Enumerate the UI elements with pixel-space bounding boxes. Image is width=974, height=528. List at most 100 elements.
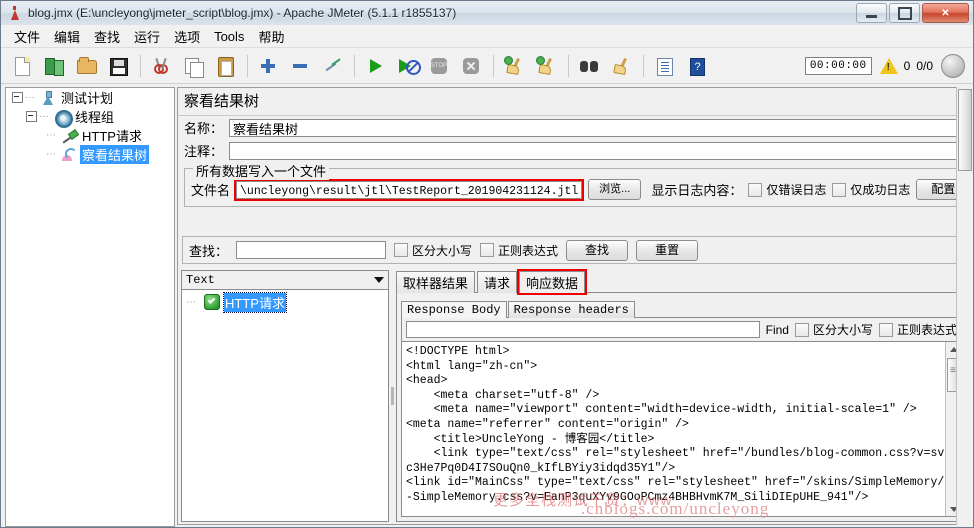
response-regex-checkbox[interactable]: 正则表达式 <box>878 321 957 338</box>
menu-bar: 文件 编辑 查找 运行 选项 Tools 帮助 <box>1 25 973 48</box>
comment-label: 注释： <box>184 144 224 159</box>
plus-icon <box>257 55 279 77</box>
tab-response-data[interactable]: 响应数据 <box>517 269 588 295</box>
tree-label-thread-group: 线程组 <box>75 110 115 125</box>
tree-node-http-request[interactable]: ⋯ HTTP请求 <box>6 126 174 145</box>
search-regex-checkbox[interactable]: 正则表达式 <box>480 242 558 259</box>
response-subtabs: Response Body Response headers <box>401 297 962 318</box>
menu-edit[interactable]: 编辑 <box>47 25 87 48</box>
filename-input[interactable]: \uncleyong\result\jtl\TestReport_2019042… <box>234 178 585 201</box>
menu-run[interactable]: 运行 <box>127 25 167 48</box>
clear-all-button[interactable] <box>531 51 561 81</box>
search-input[interactable] <box>236 241 387 259</box>
close-button[interactable]: ✕ <box>922 3 969 23</box>
paste-button[interactable] <box>210 51 240 81</box>
menu-file[interactable]: 文件 <box>7 25 47 48</box>
stop-button[interactable]: STOP <box>424 51 454 81</box>
help-button[interactable]: ? <box>681 51 711 81</box>
maximize-button[interactable] <box>889 3 920 23</box>
copy-button[interactable] <box>178 51 208 81</box>
shutdown-button[interactable] <box>456 51 486 81</box>
collapse-all-button[interactable] <box>285 51 315 81</box>
save-button[interactable] <box>103 51 133 81</box>
clear-button[interactable] <box>499 51 529 81</box>
binoculars-icon <box>578 55 600 77</box>
open-folder-icon <box>75 55 97 77</box>
sampler-result-list[interactable]: ⋯ HTTP请求 <box>181 290 389 522</box>
warning-count: 0 <box>903 58 911 73</box>
menu-search[interactable]: 查找 <box>87 25 127 48</box>
response-case-sensitive-label: 区分大小写 <box>812 323 873 337</box>
menu-tools[interactable]: Tools <box>207 27 251 46</box>
cut-button[interactable] <box>146 51 176 81</box>
detail-pane: 取样器结果 请求 响应数据 Response Body Response hea… <box>396 269 967 522</box>
tab-request[interactable]: 请求 <box>477 271 518 293</box>
checkbox-icon <box>878 322 893 337</box>
search-label: 查找： <box>189 243 229 259</box>
start-button[interactable] <box>360 51 390 81</box>
tree-dots: ··· <box>25 92 35 103</box>
tree-node-view-results-tree[interactable]: ⋯ 察看结果树 <box>6 145 174 164</box>
open-button[interactable] <box>71 51 101 81</box>
success-only-checkbox[interactable]: 仅成功日志 <box>832 181 910 198</box>
subtab-response-headers[interactable]: Response headers <box>507 301 635 318</box>
warning-status[interactable]: 0 0/0 <box>879 57 933 74</box>
tree-node-test-plan[interactable]: ··· 测试计划 <box>6 88 174 107</box>
thread-group-icon <box>53 109 73 128</box>
scrollbar-thumb[interactable] <box>958 89 972 171</box>
search-reset-button[interactable]: 重置 <box>636 239 699 261</box>
search-case-sensitive-checkbox[interactable]: 区分大小写 <box>394 242 472 259</box>
subtab-response-body[interactable]: Response Body <box>401 301 507 318</box>
collapse-toggle-icon[interactable] <box>12 92 23 103</box>
start-no-pauses-button[interactable] <box>392 51 422 81</box>
menu-help[interactable]: 帮助 <box>251 25 291 48</box>
function-helper-button[interactable] <box>649 51 679 81</box>
sampler-label: HTTP请求 <box>223 291 287 313</box>
comment-input[interactable] <box>229 141 966 160</box>
response-find-label: Find <box>765 322 789 337</box>
new-test-plan-button[interactable] <box>7 51 37 81</box>
clipboard-paste-icon <box>214 55 236 77</box>
help-book-icon: ? <box>685 55 707 77</box>
toolbar: STOP ? 00:00:00 0 0/0 <box>1 48 973 84</box>
checkbox-icon <box>794 322 809 337</box>
toggle-button[interactable] <box>317 51 347 81</box>
browse-button[interactable]: 浏览... <box>588 179 642 200</box>
response-regex-label: 正则表达式 <box>896 323 957 337</box>
response-body-area[interactable]: <!DOCTYPE html> <html lang="zh-cn"> <hea… <box>401 342 962 517</box>
thread-status-icon <box>941 53 965 78</box>
minimize-button[interactable] <box>856 3 887 23</box>
expand-all-button[interactable] <box>253 51 283 81</box>
elapsed-timer: 00:00:00 <box>804 56 872 75</box>
render-format-combo[interactable]: Text <box>181 270 389 290</box>
templates-button[interactable] <box>39 51 69 81</box>
tree-dots: ⋯ <box>46 149 56 160</box>
render-format-value: Text <box>186 273 215 287</box>
panel-scrollbar[interactable] <box>956 87 972 525</box>
scissors-icon <box>150 55 172 77</box>
search-find-button[interactable]: 查找 <box>566 239 629 261</box>
play-icon <box>364 55 386 77</box>
test-plan-tree[interactable]: ··· 测试计划 ··· 线程组 ⋯ HTTP请求 ⋯ 察看结果树 <box>5 87 175 527</box>
errors-only-checkbox[interactable]: 仅错误日志 <box>748 181 826 198</box>
tree-node-thread-group[interactable]: ··· 线程组 <box>6 107 174 128</box>
name-label: 名称： <box>184 121 224 136</box>
list-item[interactable]: ⋯ HTTP请求 <box>182 291 388 313</box>
response-case-sensitive-checkbox[interactable]: 区分大小写 <box>794 321 873 338</box>
reset-search-button[interactable] <box>606 51 636 81</box>
tree-dots: ⋯ <box>46 130 56 141</box>
stop-icon: STOP <box>428 55 450 77</box>
split-divider[interactable] <box>389 270 396 522</box>
menu-options[interactable]: 选项 <box>167 25 207 48</box>
name-input[interactable]: 察看结果树 <box>229 118 966 137</box>
collapse-toggle-icon[interactable] <box>26 111 37 122</box>
broom-reset-icon <box>610 55 632 77</box>
results-split: Text ⋯ HTTP请求 取样器结果 请求 响应数据 Response Bod… <box>181 269 967 522</box>
title-bar: blog.jmx (E:\uncleyong\jmeter_script\blo… <box>1 1 973 26</box>
response-find-input[interactable] <box>406 321 760 338</box>
results-list-pane: Text ⋯ HTTP请求 <box>181 270 389 522</box>
toolbar-separator <box>493 54 494 77</box>
tab-sampler-result[interactable]: 取样器结果 <box>396 271 476 293</box>
success-only-label: 仅成功日志 <box>850 183 911 197</box>
search-button[interactable] <box>574 51 604 81</box>
